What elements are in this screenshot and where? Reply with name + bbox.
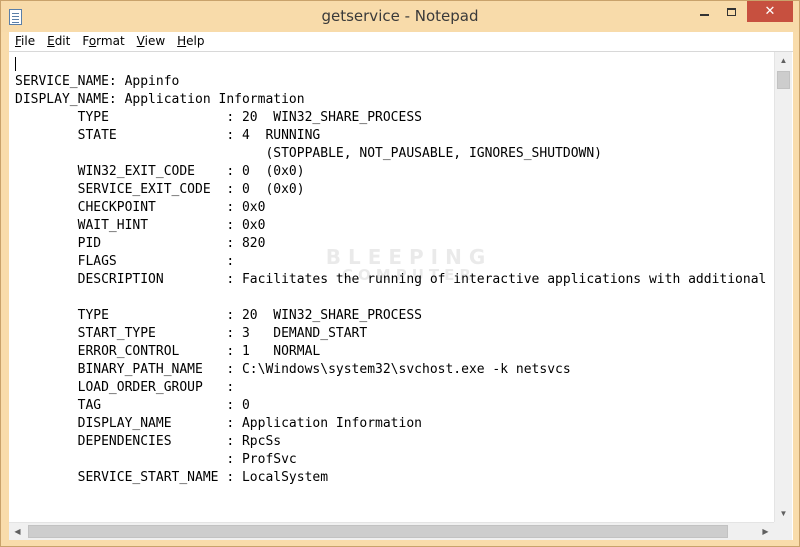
text-line: START_TYPE : 3 DEMAND_START — [15, 326, 368, 341]
notepad-window: getservice - Notepad ✕ File Edit Format … — [0, 0, 800, 547]
text-line: SERVICE_START_NAME : LocalSystem — [15, 470, 329, 485]
text-caret — [15, 56, 16, 71]
window-title: getservice - Notepad — [321, 7, 479, 25]
menu-view[interactable]: View — [131, 32, 171, 51]
maximize-icon — [727, 7, 736, 16]
text-line: TYPE : 20 WIN32_SHARE_PROCESS — [15, 110, 422, 125]
text-line: FLAGS : — [15, 254, 235, 269]
text-line: DISPLAY_NAME : Application Information — [15, 416, 422, 431]
text-line: DISPLAY_NAME: Application Information — [15, 92, 305, 107]
vertical-scroll-thumb[interactable] — [777, 71, 790, 89]
text-line: : ProfSvc — [15, 452, 297, 467]
text-line: SERVICE_NAME: Appinfo — [15, 74, 180, 89]
minimize-button[interactable] — [691, 1, 718, 22]
text-line: TYPE : 20 WIN32_SHARE_PROCESS — [15, 308, 422, 323]
text-line: STATE : 4 RUNNING — [15, 128, 321, 143]
menu-format[interactable]: Format — [76, 32, 130, 51]
text-line: (STOPPABLE, NOT_PAUSABLE, IGNORES_SHUTDO… — [15, 146, 602, 161]
text-line: PID : 820 — [15, 236, 266, 251]
text-line: CHECKPOINT : 0x0 — [15, 200, 266, 215]
document-text[interactable]: SERVICE_NAME: Appinfo DISPLAY_NAME: Appl… — [15, 55, 774, 521]
text-line: TAG : 0 — [15, 398, 250, 413]
title-bar[interactable]: getservice - Notepad ✕ — [1, 1, 799, 32]
menu-bar: File Edit Format View Help — [9, 32, 793, 51]
text-line — [15, 55, 774, 73]
scroll-up-arrow-icon[interactable]: ▲ — [775, 52, 792, 69]
text-line: ERROR_CONTROL : 1 NORMAL — [15, 344, 321, 359]
text-editor[interactable]: SERVICE_NAME: Appinfo DISPLAY_NAME: Appl… — [9, 51, 793, 540]
minimize-icon — [700, 13, 709, 16]
size-grip[interactable] — [774, 522, 792, 540]
text-line: WIN32_EXIT_CODE : 0 (0x0) — [15, 164, 305, 179]
horizontal-scrollbar[interactable]: ◀ ▶ — [9, 522, 774, 540]
close-button[interactable]: ✕ — [747, 1, 793, 22]
text-line: LOAD_ORDER_GROUP : — [15, 380, 235, 395]
close-icon: ✕ — [764, 4, 776, 19]
text-line: BINARY_PATH_NAME : C:\Windows\system32\s… — [15, 362, 571, 377]
text-line: DEPENDENCIES : RpcSs — [15, 434, 282, 449]
menu-edit[interactable]: Edit — [41, 32, 76, 51]
horizontal-scroll-thumb[interactable] — [28, 525, 728, 538]
scroll-down-arrow-icon[interactable]: ▼ — [775, 505, 792, 522]
text-line: SERVICE_EXIT_CODE : 0 (0x0) — [15, 182, 305, 197]
scroll-left-arrow-icon[interactable]: ◀ — [9, 523, 26, 540]
menu-file[interactable]: File — [9, 32, 41, 51]
vertical-scrollbar[interactable]: ▲ ▼ — [774, 52, 792, 522]
text-line — [15, 289, 774, 307]
maximize-button[interactable] — [718, 1, 745, 22]
menu-help[interactable]: Help — [171, 32, 210, 51]
scroll-right-arrow-icon[interactable]: ▶ — [757, 523, 774, 540]
text-line: DESCRIPTION : Facilitates the running of… — [15, 272, 767, 287]
text-line: WAIT_HINT : 0x0 — [15, 218, 266, 233]
